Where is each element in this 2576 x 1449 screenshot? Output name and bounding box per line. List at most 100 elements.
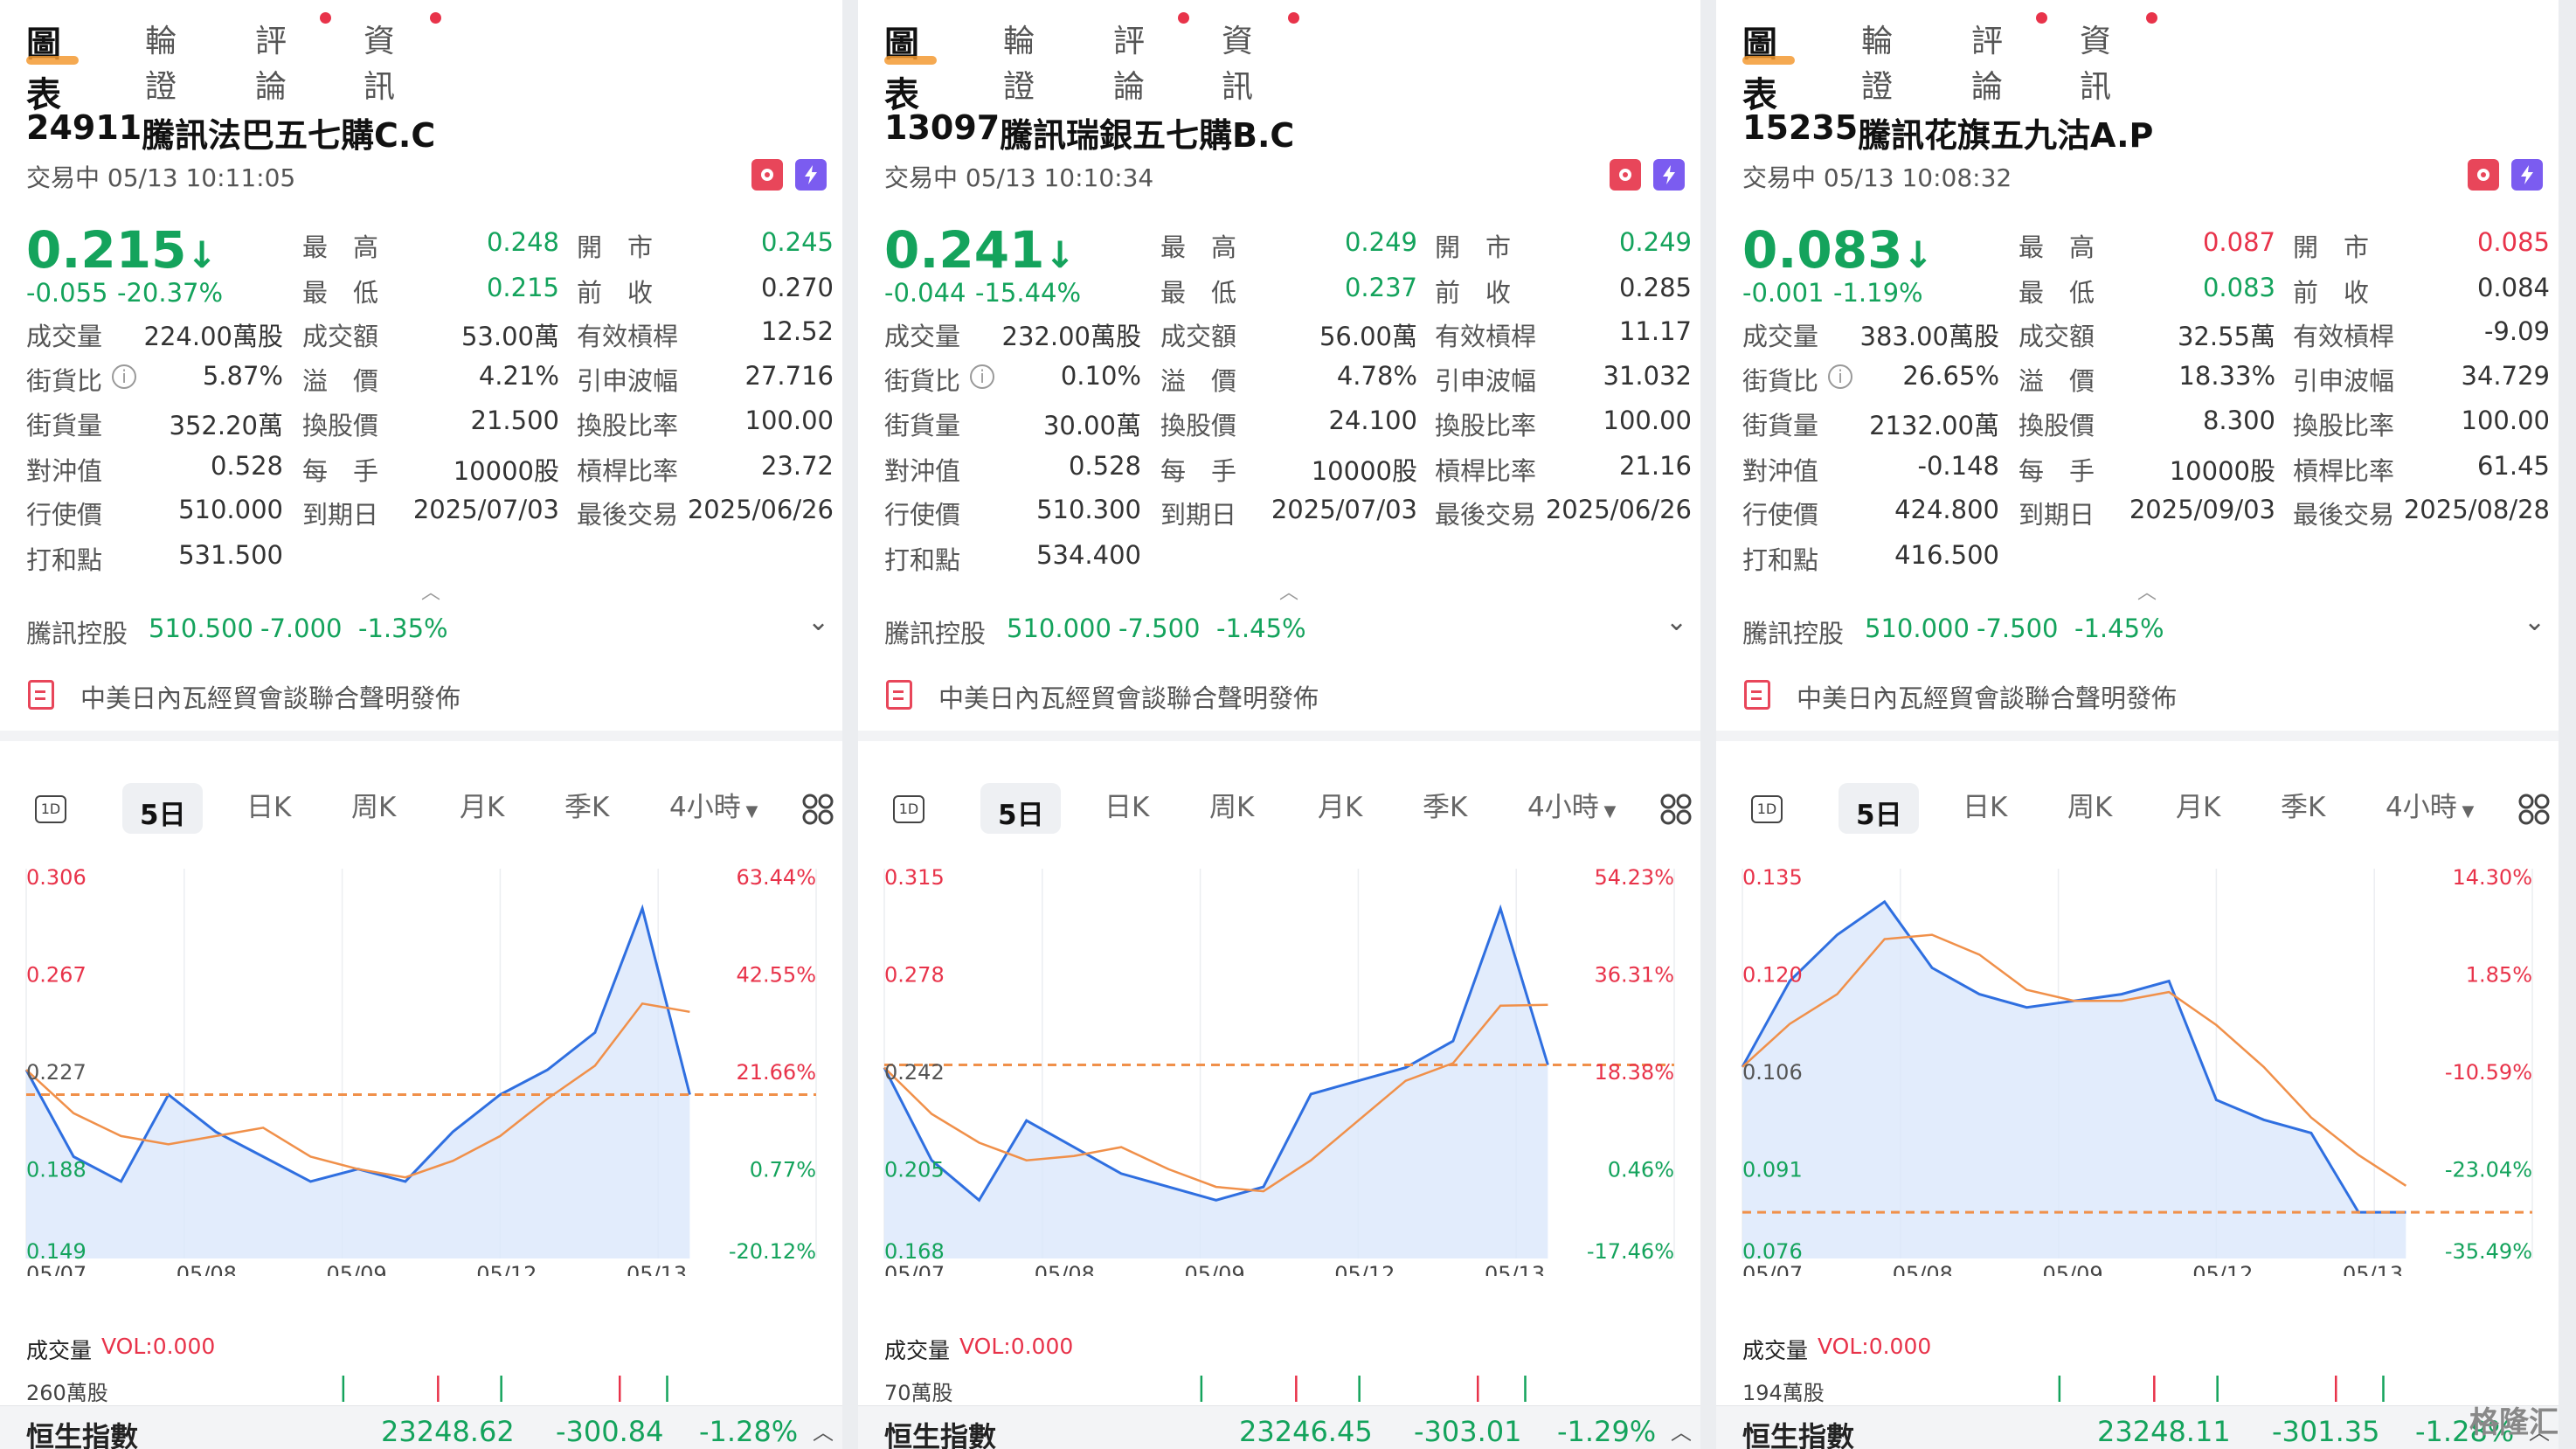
y-tick-left: 0.306 [26,865,87,890]
info-icon[interactable]: i [112,364,136,389]
grid-icon[interactable] [1660,794,1692,828]
tab-chart[interactable]: 圖表 [26,16,61,117]
tab-day-k[interactable]: 日K [1963,785,2007,824]
grid-icon[interactable] [802,794,834,828]
chevron-up-icon[interactable]: ︿ [421,577,440,605]
stock-code: 15235 [1742,108,1859,147]
tab-comment[interactable]: 評論 [1113,16,1145,107]
underlying-price: 510.000 [1007,614,1111,643]
y-tick-left: 0.106 [1742,1060,1803,1085]
price-chart[interactable]: 0.135 0.120 0.106 0.091 0.076 14.30% 1.85% -10.… [1716,856,2559,1276]
lightning-icon[interactable] [1653,159,1685,191]
lightning-icon[interactable] [795,159,827,191]
tab-warrant[interactable]: 輪證 [145,16,177,107]
tab-1d-icon[interactable]: 1D [893,795,924,823]
tab-news[interactable]: 資訊 [364,16,395,107]
tab-news[interactable]: 資訊 [1222,16,1253,107]
volume-bar [2153,1376,2156,1402]
impl-vol-value: 31.032 [1603,361,1692,391]
tab-quarter-k[interactable]: 季K [564,785,609,824]
tab-day-k[interactable]: 日K [1104,785,1149,824]
tab-5d[interactable]: 5日 [980,783,1061,834]
hk-flag-icon[interactable] [751,159,783,191]
tab-week-k[interactable]: 周K [1209,785,1254,824]
caret-down-icon: ▼ [740,802,758,821]
price-chart[interactable]: 0.306 0.267 0.227 0.188 0.149 63.44% 42.55% 21.… [0,856,842,1276]
tab-news[interactable]: 資訊 [2080,16,2111,107]
tab-week-k[interactable]: 周K [2067,785,2112,824]
y-tick-left: 0.149 [26,1239,87,1264]
hk-flag-icon[interactable] [1610,159,1641,191]
x-tick: 05/07 [884,1262,945,1276]
lightning-icon[interactable] [2511,159,2543,191]
info-icon[interactable]: i [970,364,994,389]
tab-5d[interactable]: 5日 [1839,783,1919,834]
price-chart[interactable]: 0.315 0.278 0.242 0.205 0.168 54.23% 36.31% 18.… [858,856,1700,1276]
chevron-down-icon[interactable]: ⌄ [2524,607,2545,637]
hk-flag-icon[interactable] [2468,159,2499,191]
volume-bar [1477,1376,1479,1402]
chevron-up-icon[interactable]: ︿ [1671,1415,1692,1446]
watermark: 格隆汇 [2469,1405,2559,1440]
lot-label: 每 手 [1160,456,1237,486]
info-icon[interactable]: i [1828,364,1852,389]
tab-warrant[interactable]: 輪證 [1003,16,1035,107]
news-headline[interactable]: 中美日內瓦經貿會談聯合聲明發佈 [1797,678,2177,715]
chevron-down-icon[interactable]: ⌄ [807,607,829,637]
tab-week-k[interactable]: 周K [351,785,396,824]
impl-vol-value: 27.716 [744,361,834,391]
underlying-name[interactable]: 騰訊控股 [26,614,128,650]
x-tick: 05/13 [1485,1262,1545,1276]
volume-bar [1295,1376,1298,1402]
street-ratio-label: 街貨比 [26,366,103,396]
y-tick-left: 0.278 [884,963,945,988]
x-tick: 05/08 [177,1262,237,1276]
tab-quarter-k[interactable]: 季K [2281,785,2325,824]
tab-4hour[interactable]: 4小時 ▼ [1527,785,1616,824]
y-tick-right: -20.12% [729,1239,816,1264]
volume-label: 成交量 [1742,322,1819,351]
chevron-down-icon[interactable]: ⌄ [1665,607,1687,637]
chevron-up-icon[interactable]: ︿ [1279,577,1298,605]
gear-label: 槓桿比率 [2293,456,2395,486]
breakeven-label: 打和點 [1742,545,1819,575]
tab-1d-icon[interactable]: 1D [1751,795,1783,823]
index-bar[interactable]: 恒生指數 23246.45 -303.01 -1.29% ︿ [858,1405,1700,1449]
tab-1d-icon[interactable]: 1D [35,795,66,823]
tab-4hour[interactable]: 4小時 ▼ [2386,785,2474,824]
tab-chart[interactable]: 圖表 [884,16,919,117]
tab-chart[interactable]: 圖表 [1742,16,1777,117]
tab-day-k[interactable]: 日K [246,785,291,824]
news-headline[interactable]: 中美日內瓦經貿會談聯合聲明發佈 [938,678,1319,715]
underlying-name[interactable]: 騰訊控股 [884,614,986,650]
price-change-pct: -1.19% [1833,278,1923,308]
down-arrow-icon: ↓ [1902,233,1934,276]
x-tick: 05/09 [1185,1262,1245,1276]
prev-label: 前 收 [2293,278,2370,308]
tab-month-k[interactable]: 月K [460,785,504,824]
tab-5d[interactable]: 5日 [122,783,203,834]
low-value: 0.083 [2202,273,2275,302]
news-headline[interactable]: 中美日內瓦經貿會談聯合聲明發佈 [80,678,460,715]
tab-4hour[interactable]: 4小時 ▼ [669,785,758,824]
turnover-label: 成交額 [2019,322,2095,351]
high-value: 0.249 [1344,227,1417,257]
tab-month-k[interactable]: 月K [2176,785,2220,824]
y-tick-right: 18.38% [1594,1060,1674,1085]
impl-vol-label: 引申波幅 [2293,366,2395,396]
tab-warrant[interactable]: 輪證 [1861,16,1893,107]
tab-month-k[interactable]: 月K [1318,785,1362,824]
chevron-up-icon[interactable]: ︿ [813,1415,834,1446]
chevron-up-icon[interactable]: ︿ [2137,577,2157,605]
breakeven-value: 416.500 [1894,540,1999,570]
underlying-name[interactable]: 騰訊控股 [1742,614,1844,650]
tab-comment[interactable]: 評論 [1971,16,2003,107]
tab-comment[interactable]: 評論 [255,16,287,107]
grid-icon[interactable] [2518,794,2550,828]
index-bar[interactable]: 恒生指數 23248.11 -301.35 -1.28% ︿ [1716,1405,2559,1449]
volume-readout: VOL:0.000 [1818,1334,1932,1359]
tab-quarter-k[interactable]: 季K [1423,785,1467,824]
tab-underline [884,56,937,65]
index-bar[interactable]: 恒生指數 23248.62 -300.84 -1.28% ︿ [0,1405,842,1449]
volume-readout: VOL:0.000 [101,1334,216,1359]
